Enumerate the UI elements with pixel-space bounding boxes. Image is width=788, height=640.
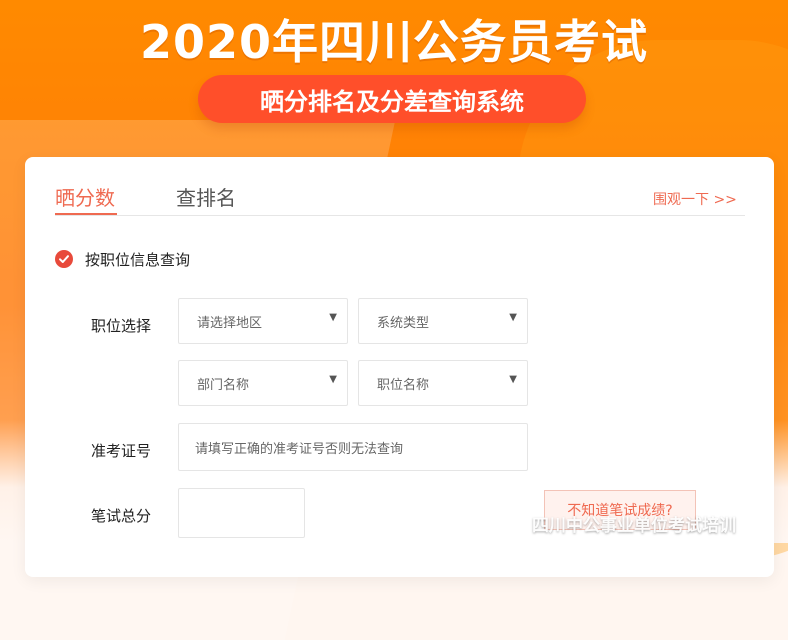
caret-down-icon: ▼ — [329, 374, 337, 385]
caret-down-icon: ▼ — [329, 312, 337, 323]
written-score-label: 笔试总分 — [91, 507, 152, 525]
caret-down-icon: ▼ — [509, 374, 517, 385]
tab-show-score[interactable]: 晒分数 — [55, 182, 115, 211]
region-select-value: 请选择地区 — [197, 315, 263, 331]
page-subtitle: 晒分排名及分差查询系统 — [260, 87, 524, 116]
region-select[interactable]: 请选择地区 ▼ — [178, 298, 348, 344]
page-title: 2020年四川公务员考试 — [139, 15, 649, 69]
position-name-select[interactable]: 职位名称 ▼ — [358, 360, 528, 406]
active-tab-indicator — [55, 213, 117, 215]
watermark: 四川中公事业单位考试培训 — [500, 508, 736, 538]
weibo-icon — [502, 514, 523, 533]
page-subtitle-badge: 晒分排名及分差查询系统 — [198, 75, 586, 123]
caret-down-icon: ▼ — [509, 312, 517, 323]
written-score-input[interactable] — [178, 488, 305, 538]
admission-number-input[interactable]: 请填写正确的准考证号否则无法查询 — [178, 423, 528, 471]
tabs-divider — [55, 215, 745, 216]
admission-number-label: 准考证号 — [91, 442, 152, 460]
look-around-link[interactable]: 围观一下 >> — [653, 189, 737, 209]
position-select-label: 职位选择 — [91, 317, 152, 335]
department-select-value: 部门名称 — [197, 377, 250, 393]
system-type-select-value: 系统类型 — [377, 315, 430, 331]
position-name-select-value: 职位名称 — [377, 377, 430, 393]
watermark-text: 四川中公事业单位考试培训 — [532, 515, 736, 536]
admission-number-placeholder: 请填写正确的准考证号否则无法查询 — [195, 441, 404, 457]
check-icon — [59, 255, 69, 263]
tab-check-ranking[interactable]: 查排名 — [176, 182, 236, 211]
query-option-label: 按职位信息查询 — [85, 251, 191, 269]
system-type-select[interactable]: 系统类型 ▼ — [358, 298, 528, 344]
query-option-radio[interactable] — [55, 250, 73, 268]
department-select[interactable]: 部门名称 ▼ — [178, 360, 348, 406]
